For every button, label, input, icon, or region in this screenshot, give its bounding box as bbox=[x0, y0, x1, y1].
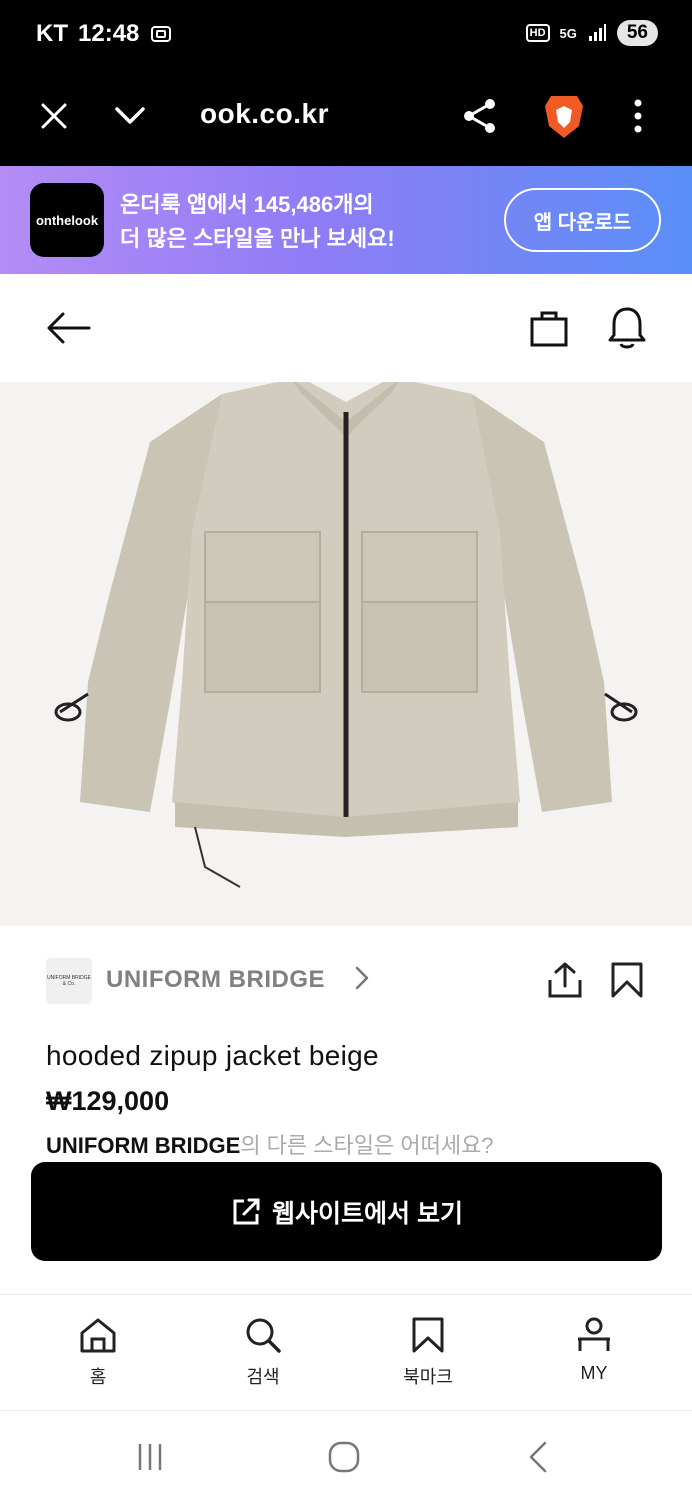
nav-my[interactable]: MY bbox=[534, 1315, 654, 1384]
url-bar[interactable]: ook.co.kr bbox=[200, 98, 329, 130]
other-styles-text: UNIFORM BRIDGE의 다른 스타일은 어떠세요? bbox=[46, 1128, 494, 1160]
chevron-right-icon[interactable] bbox=[352, 964, 372, 997]
recent-apps-icon[interactable] bbox=[128, 1435, 172, 1479]
view-website-label: 웹사이트에서 보기 bbox=[272, 1199, 463, 1228]
nav-home-label: 홈 bbox=[89, 1367, 107, 1387]
back-button-icon[interactable] bbox=[516, 1435, 560, 1479]
product-image[interactable] bbox=[0, 382, 692, 926]
back-arrow-icon[interactable] bbox=[42, 302, 94, 354]
status-left: KT 12:48 bbox=[36, 20, 173, 48]
onthelook-logo: onthelook bbox=[30, 183, 104, 257]
app-promo-banner: onthelook 온더룩 앱에서 145,486개의 더 많은 스타일을 만나… bbox=[0, 166, 692, 274]
network-label: 5G bbox=[559, 25, 577, 41]
more-menu-icon[interactable] bbox=[616, 94, 660, 138]
share-icon[interactable] bbox=[458, 94, 502, 138]
app-download-button[interactable]: 앱 다운로드 bbox=[504, 188, 661, 252]
status-right: HD 5G 56 bbox=[525, 20, 658, 46]
carrier-label: KT bbox=[36, 20, 68, 47]
person-icon bbox=[578, 1317, 610, 1351]
nav-my-label: MY bbox=[580, 1363, 608, 1383]
brand-name-link[interactable]: UNIFORM BRIDGE bbox=[106, 966, 325, 994]
brave-lion-icon[interactable] bbox=[542, 94, 586, 138]
nav-home[interactable]: 홈 bbox=[38, 1315, 158, 1389]
nav-bookmark-label: 북마크 bbox=[403, 1367, 453, 1387]
brand-row: UNIFORM BRIDGE & Co. UNIFORM BRIDGE bbox=[0, 950, 692, 1010]
banner-message: 온더룩 앱에서 145,486개의 더 많은 스타일을 만나 보세요! bbox=[120, 188, 395, 256]
search-icon bbox=[246, 1318, 281, 1353]
battery-indicator: 56 bbox=[616, 20, 658, 46]
other-styles-brand[interactable]: UNIFORM BRIDGE bbox=[46, 1133, 240, 1158]
nav-bookmark[interactable]: 북마크 bbox=[368, 1315, 488, 1389]
product-price: ₩129,000 bbox=[46, 1086, 170, 1116]
home-icon bbox=[80, 1318, 116, 1353]
banner-line-1: 온더룩 앱에서 145,486개의 bbox=[120, 192, 374, 217]
hd-badge: HD bbox=[525, 24, 550, 42]
browser-toolbar: ook.co.kr bbox=[0, 70, 692, 166]
nav-search-label: 검색 bbox=[246, 1367, 280, 1387]
shopping-bag-icon[interactable] bbox=[523, 302, 575, 354]
upload-share-icon[interactable] bbox=[543, 958, 587, 1002]
external-link-icon bbox=[233, 1198, 260, 1224]
brand-logo[interactable]: UNIFORM BRIDGE & Co. bbox=[46, 958, 92, 1004]
signal-icon bbox=[588, 24, 606, 41]
page-header bbox=[0, 274, 692, 382]
system-nav-bar bbox=[0, 1410, 692, 1500]
bookmark-icon bbox=[412, 1317, 444, 1353]
home-button-icon[interactable] bbox=[322, 1435, 366, 1479]
bottom-nav: 홈 검색 북마크 MY bbox=[0, 1294, 692, 1410]
status-bar: KT 12:48 HD 5G 56 bbox=[0, 0, 692, 70]
bell-icon[interactable] bbox=[601, 302, 653, 354]
nav-search[interactable]: 검색 bbox=[203, 1315, 323, 1389]
screenshot-icon bbox=[151, 26, 172, 42]
other-styles-suffix: 의 다른 스타일은 어떠세요? bbox=[240, 1133, 494, 1158]
jacket-image bbox=[54, 382, 638, 888]
chevron-down-icon[interactable] bbox=[108, 94, 152, 138]
view-website-button[interactable]: 웹사이트에서 보기 bbox=[31, 1162, 662, 1261]
clock: 12:48 bbox=[78, 20, 140, 47]
close-icon[interactable] bbox=[32, 94, 76, 138]
banner-line-2: 더 많은 스타일을 만나 보세요! bbox=[120, 226, 395, 251]
bookmark-icon[interactable] bbox=[605, 958, 649, 1002]
product-title: hooded zipup jacket beige bbox=[46, 1040, 379, 1071]
